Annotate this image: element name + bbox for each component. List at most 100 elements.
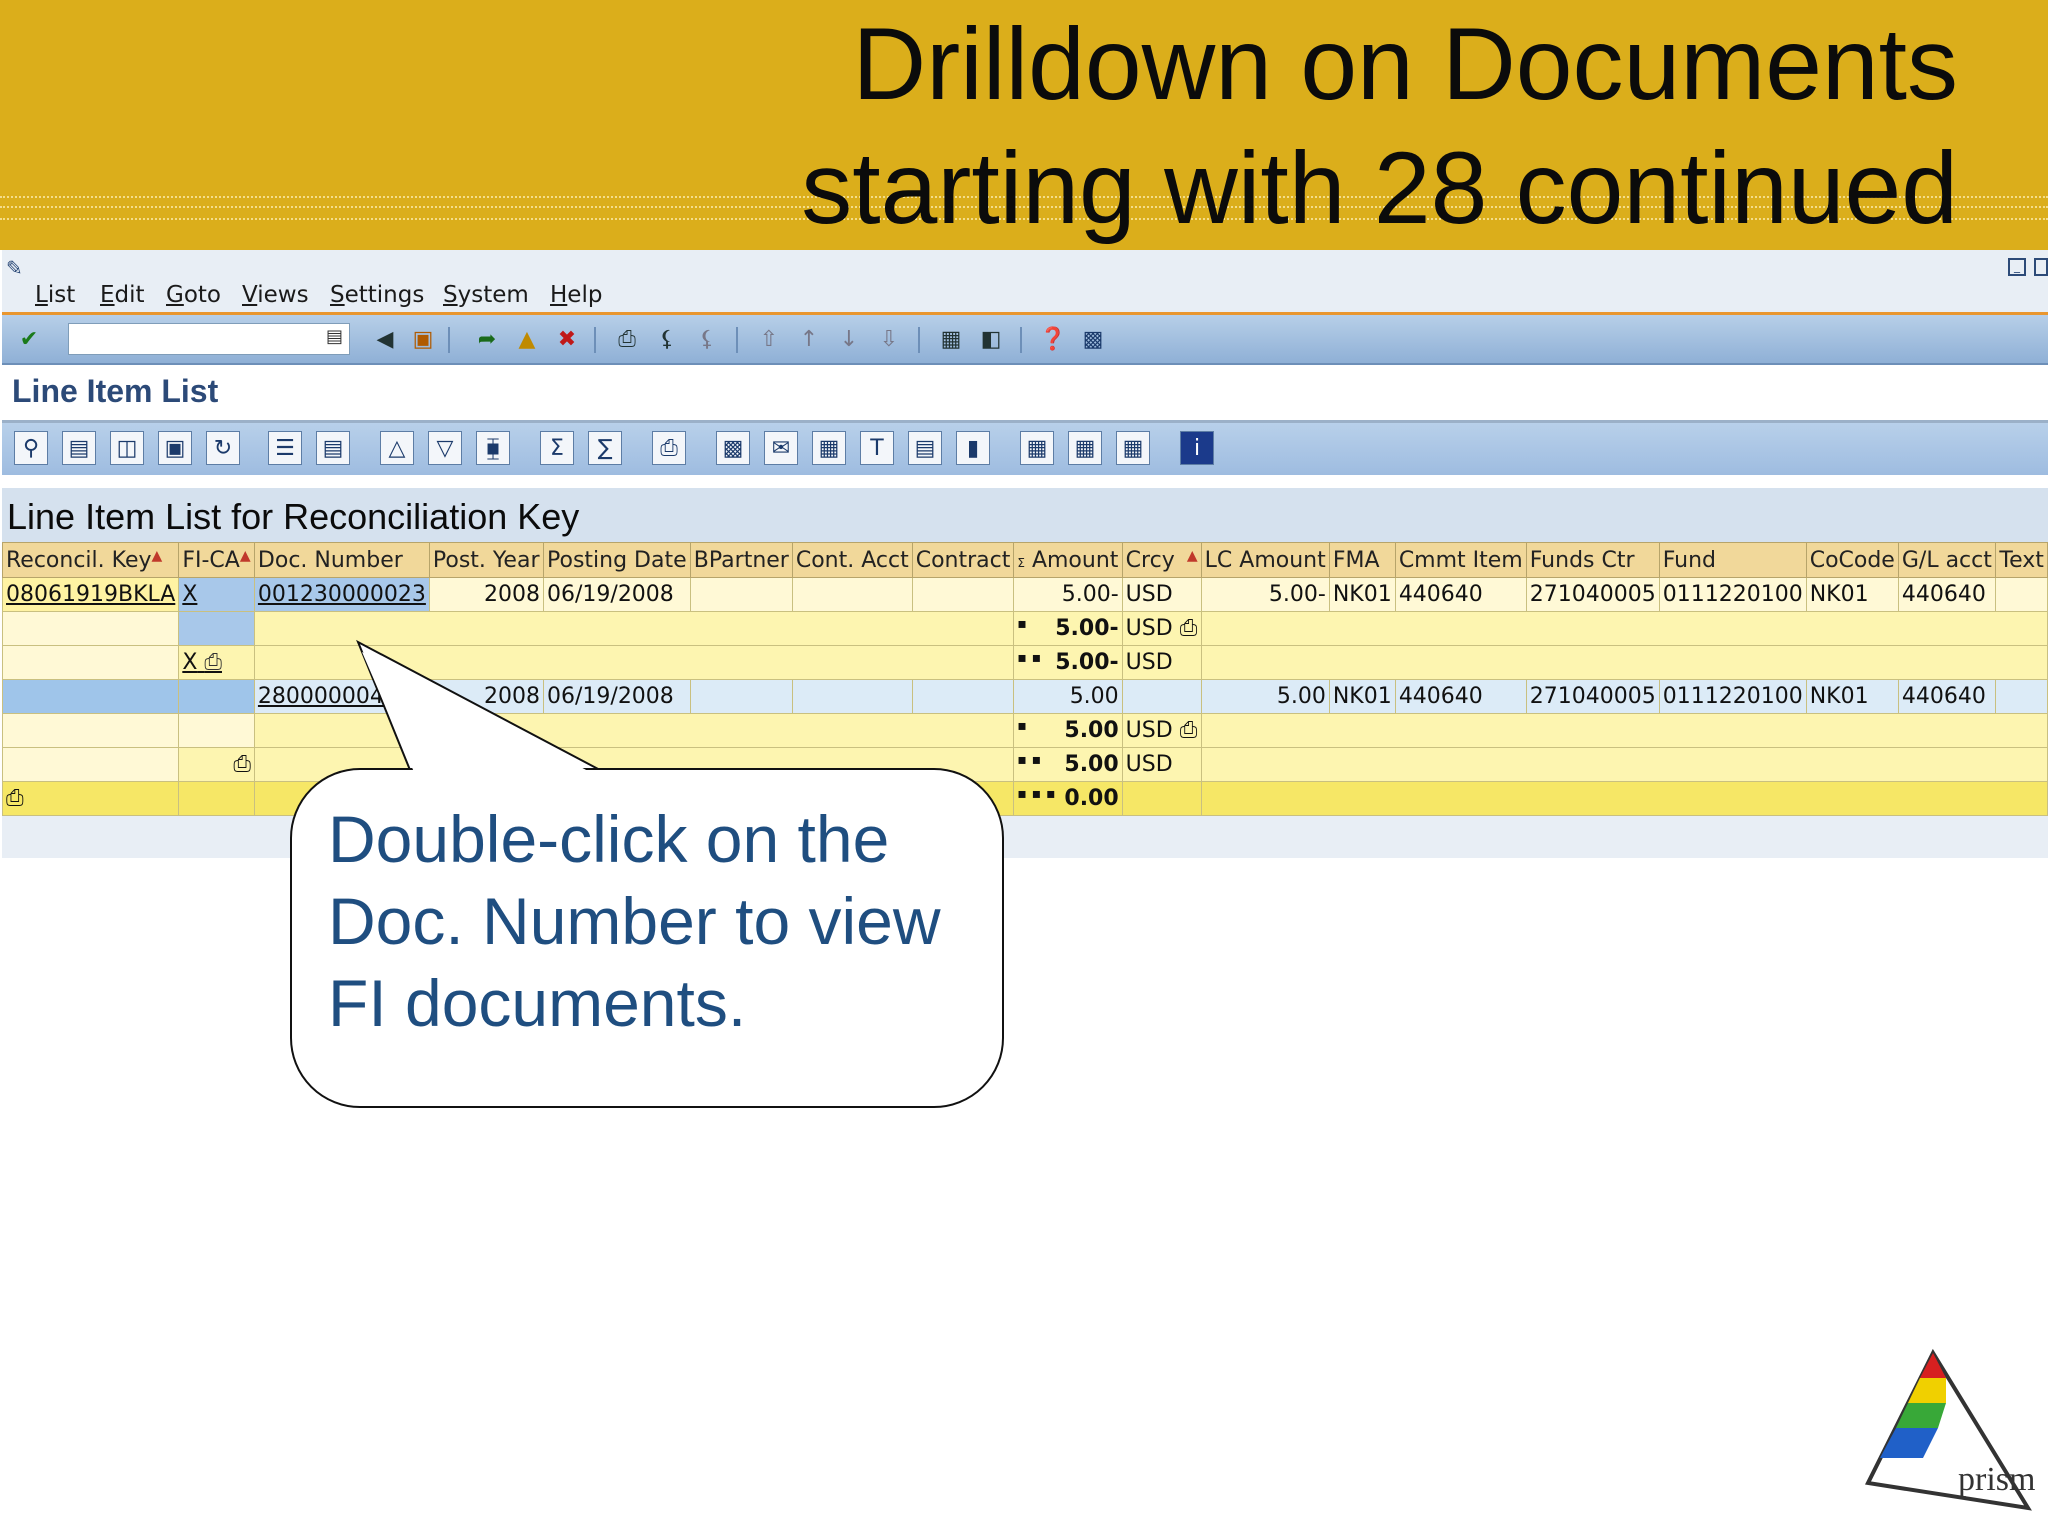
col-header-crcy[interactable]: Crcy ▲ [1121,542,1202,578]
col-header-gl-acct[interactable]: G/L acct [1897,542,1997,578]
local-file-icon[interactable]: ▤ [908,431,942,465]
sort-indicator-icon: ▲ [1186,547,1198,564]
total-level-marker: ▪ ▪ ▪ [1017,786,1056,802]
post-year-cell: 2008 [428,679,545,714]
window-menu-icon[interactable]: ✎ [6,256,23,280]
columns-icon[interactable]: ◫ [110,431,144,465]
table-row[interactable]: 08061919BKLA X 001230000023 2008 06/19/2… [1,577,2048,612]
restore-icon[interactable] [2034,258,2048,276]
col-header-text[interactable]: Text [1995,542,2048,578]
subtotal-fica-cell[interactable]: X ⎙ [178,645,255,680]
print-subtotal-icon[interactable]: ⎙ [233,752,251,777]
col-header-fma[interactable]: FMA [1328,542,1396,578]
menu-views[interactable]: Views [242,282,309,308]
first-page-icon[interactable]: ⇧ [754,324,784,354]
sort-indicator-icon: ▲ [151,547,163,564]
col-header-fica[interactable]: FI-CA▲ [178,542,255,578]
subtotal-icon[interactable]: ∑ [588,431,622,465]
select-layout-icon[interactable]: ▦ [1068,431,1102,465]
fica-cell[interactable] [178,679,255,714]
sort-descending-icon[interactable]: ▽ [428,431,462,465]
layout-menu-icon[interactable]: ▩ [1078,324,1108,354]
slide-title: Drilldown on Documents starting with 28 … [658,2,1958,250]
col-header-cmmt-item[interactable]: Cmmt Item [1394,542,1527,578]
enter-check-icon[interactable]: ✔ [14,324,44,354]
sort-ascending-icon[interactable]: △ [380,431,414,465]
subtotal-row: X ⎙ ▪ ▪ 5.00- USD [1,645,2048,680]
print-subtotal-icon[interactable]: ⎙ [1180,718,1198,743]
menu-list[interactable]: List [35,282,75,308]
print-preview-icon[interactable]: ⎙ [652,431,686,465]
lc-amount-cell: 5.00- [1200,577,1330,612]
doc-number-link[interactable]: 001230000023 [253,577,430,612]
menu-settings[interactable]: Settings [330,282,424,308]
filter-icon[interactable]: ⧯ [476,431,510,465]
last-page-icon[interactable]: ⇩ [874,324,904,354]
graphic-icon[interactable]: ▮ [956,431,990,465]
col-header-funds-ctr[interactable]: Funds Ctr [1525,542,1660,578]
change-layout-icon[interactable]: ▦ [1020,431,1054,465]
next-page-icon[interactable]: ↓ [834,324,864,354]
slide-title-line1: Drilldown on Documents [852,7,1958,121]
spreadsheet-icon[interactable]: ▦ [812,431,846,465]
subtotal-crcy: USD [1121,645,1202,680]
document-icon[interactable]: ▤ [316,431,350,465]
command-field[interactable]: ▤ [68,323,350,355]
shortcut-icon[interactable]: ◧ [976,324,1006,354]
display-icon[interactable]: ▣ [158,431,192,465]
word-processing-icon[interactable]: T [860,431,894,465]
help-icon[interactable]: ❓ [1038,324,1068,354]
reconcil-key-cell[interactable]: 08061919BKLA [1,577,180,612]
find-next-icon[interactable]: ⚸ [692,324,722,354]
col-header-fund[interactable]: Fund [1658,542,1807,578]
cancel-icon[interactable]: ✖ [552,324,582,354]
sap-window: ✎ List Edit Goto Views Settings System H… [1,250,2048,858]
col-header-post-year[interactable]: Post. Year [428,542,545,578]
col-header-contract[interactable]: Contract [911,542,1015,578]
subtotal-amount: ▪ 5.00- [1013,611,1123,646]
exit-icon[interactable]: ▲ [512,324,542,354]
print-total-icon[interactable]: ⎙ [6,786,24,811]
fica-cell[interactable]: X [178,577,255,612]
info-icon[interactable]: i [1180,431,1214,465]
prev-icon[interactable]: ◀ [370,324,400,354]
print-icon[interactable]: ⎙ [612,324,642,354]
export-icon[interactable]: ▩ [716,431,750,465]
col-header-bpartner[interactable]: BPartner [689,542,793,578]
col-header-doc-number[interactable]: Doc. Number [253,542,430,578]
menu-help[interactable]: Help [550,282,602,308]
send-icon[interactable]: ✉ [764,431,798,465]
find-icon[interactable]: ⚸ [652,324,682,354]
print-subtotal-icon[interactable]: ⎙ [1180,616,1198,641]
print-subtotal-icon[interactable]: ⎙ [204,650,222,675]
col-header-amount[interactable]: Σ Amount [1013,542,1123,578]
col-header-reconcil-key[interactable]: Reconcil. Key▲ [1,542,180,578]
col-header-posting-date[interactable]: Posting Date [543,542,691,578]
col-header-lc-amount[interactable]: LC Amount [1200,542,1330,578]
minimize-icon[interactable]: _ [2008,258,2026,276]
detail-list-icon[interactable]: ☰ [268,431,302,465]
post-year-cell: 2008 [428,577,545,612]
back-icon[interactable]: ➦ [472,324,502,354]
refresh-icon[interactable]: ↻ [206,431,240,465]
command-input[interactable] [69,324,313,352]
new-session-icon[interactable]: ▦ [936,324,966,354]
menu-system[interactable]: System [443,282,529,308]
command-history-icon[interactable]: ▤ [326,326,343,347]
prev-page-icon[interactable]: ↑ [794,324,824,354]
list-title: Line Item List for Reconciliation Key [7,496,580,537]
menu-goto[interactable]: Goto [166,282,221,308]
details-icon[interactable]: ⚲ [14,431,48,465]
table-row[interactable]: 2800000040 2008 06/19/2008 5.00 5.00 NK0… [1,679,2048,714]
total-sum-icon[interactable]: Σ [540,431,574,465]
col-header-cocode[interactable]: CoCode [1805,542,1899,578]
doc-number-link[interactable]: 2800000040 [253,679,430,714]
reconcil-key-cell[interactable] [1,679,180,714]
menu-edit[interactable]: Edit [100,282,145,308]
sort-indicator-icon: ▲ [239,547,251,564]
save-layout-icon[interactable]: ▦ [1116,431,1150,465]
choose-icon[interactable]: ▤ [62,431,96,465]
logo-text: prism [1958,1461,2035,1498]
save-icon[interactable]: ▣ [408,324,438,354]
col-header-cont-acct[interactable]: Cont. Acct [791,542,913,578]
